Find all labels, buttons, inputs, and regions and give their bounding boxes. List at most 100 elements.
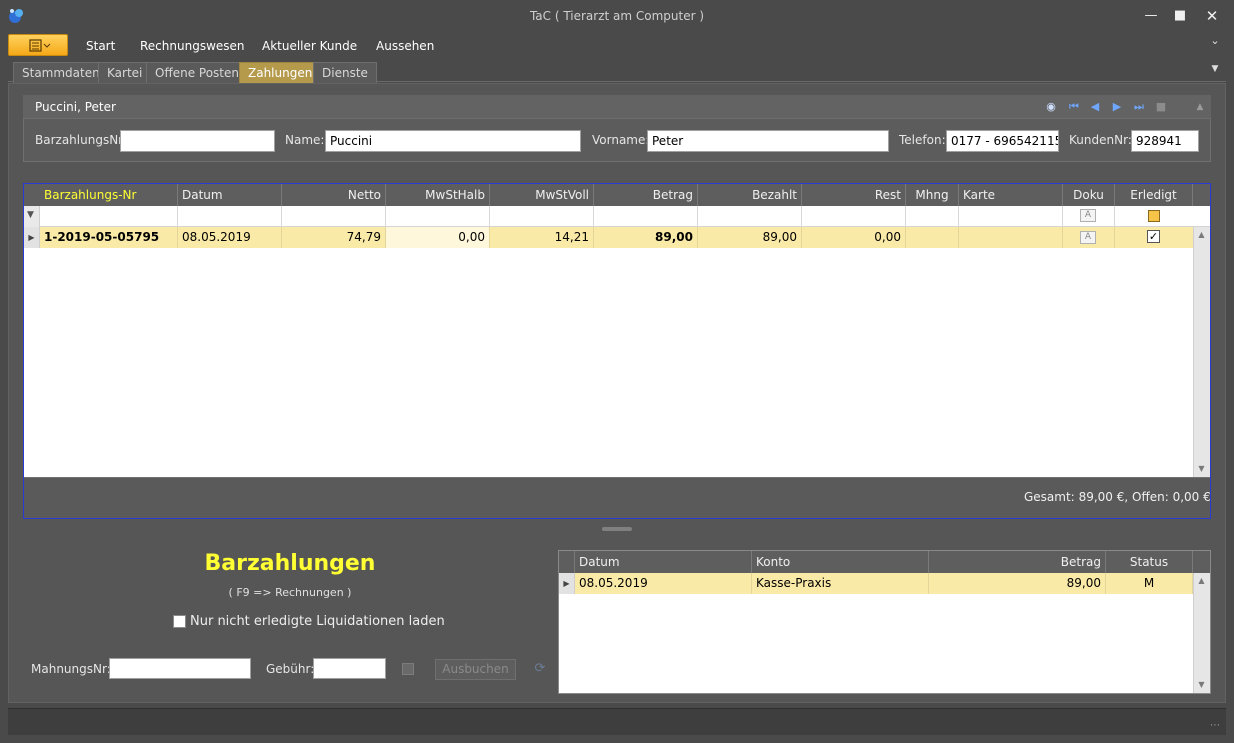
- column-mwsthalb[interactable]: MwStHalb: [386, 184, 490, 206]
- cell-status[interactable]: M: [1106, 573, 1193, 594]
- tab-dropdown-icon[interactable]: ▼: [1208, 64, 1222, 78]
- erledigt-filter-checkbox[interactable]: [1148, 210, 1160, 222]
- menu-start[interactable]: Start: [86, 36, 115, 56]
- telefon-field[interactable]: 0177 - 69654211556: [946, 130, 1059, 152]
- cell-rest[interactable]: 0,00: [802, 227, 906, 248]
- cell-datum[interactable]: 08.05.2019: [178, 227, 282, 248]
- filter-cell[interactable]: [802, 206, 906, 227]
- last-record-icon[interactable]: ⏭: [1131, 99, 1147, 115]
- menu-rechnungswesen[interactable]: Rechnungswesen: [140, 36, 245, 56]
- filter-cell[interactable]: [282, 206, 386, 227]
- first-record-icon[interactable]: ⏮: [1066, 99, 1082, 115]
- filter-cell[interactable]: [40, 206, 178, 227]
- gebuehr-label: Gebühr:: [266, 662, 315, 676]
- refresh-icon[interactable]: ⟳: [532, 661, 548, 677]
- document-icon[interactable]: A: [1080, 231, 1096, 244]
- filter-cell[interactable]: [959, 206, 1063, 227]
- vorname-field[interactable]: Peter: [647, 130, 889, 152]
- cell-datum[interactable]: 08.05.2019: [575, 573, 752, 594]
- cell-mwstvoll[interactable]: 14,21: [490, 227, 594, 248]
- gebuehr-checkbox[interactable]: [402, 663, 414, 675]
- tab-stammdaten[interactable]: Stammdaten: [13, 62, 109, 83]
- collapse-icon[interactable]: ▲: [1192, 99, 1208, 115]
- cell-konto[interactable]: Kasse-Praxis: [752, 573, 929, 594]
- gesamt-label: Gesamt:: [1024, 490, 1075, 504]
- column-status[interactable]: Status: [1106, 551, 1193, 573]
- splitter-handle[interactable]: [602, 527, 632, 531]
- cell-karte[interactable]: [959, 227, 1063, 248]
- column-konto[interactable]: Konto: [752, 551, 929, 573]
- filter-cell[interactable]: [490, 206, 594, 227]
- document-icon[interactable]: A: [1080, 209, 1096, 222]
- scroll-down-icon[interactable]: ▼: [1193, 461, 1210, 477]
- column-mhng[interactable]: Mhng: [906, 184, 959, 206]
- scroll-up-icon[interactable]: ▲: [1193, 573, 1210, 589]
- barzahlungsnr-field[interactable]: [120, 130, 275, 152]
- maximize-icon[interactable]: ■: [1169, 6, 1191, 26]
- tab-zahlungen[interactable]: Zahlungen: [239, 62, 322, 83]
- filter-cell[interactable]: [698, 206, 802, 227]
- cell-bezahlt[interactable]: 89,00: [698, 227, 802, 248]
- column-datum[interactable]: Datum: [575, 551, 752, 573]
- unpaid-only-checkbox[interactable]: [173, 615, 186, 628]
- name-field[interactable]: Puccini: [325, 130, 581, 152]
- next-record-icon[interactable]: ▶: [1109, 99, 1125, 115]
- resize-grip-icon[interactable]: ⋯: [1210, 720, 1224, 734]
- scroll-down-icon[interactable]: ▼: [1193, 677, 1210, 693]
- mahnungsnr-field[interactable]: [109, 658, 251, 679]
- totals-summary: Gesamt: 89,00 €, Offen: 0,00 €: [1024, 490, 1211, 504]
- column-rest[interactable]: Rest: [802, 184, 906, 206]
- cell-netto[interactable]: 74,79: [282, 227, 386, 248]
- column-bezahlt[interactable]: Bezahlt: [698, 184, 802, 206]
- row-pointer-icon: ▶: [559, 573, 575, 594]
- close-icon[interactable]: ✕: [1201, 6, 1223, 26]
- tab-kartei[interactable]: Kartei: [98, 62, 152, 83]
- filter-cell[interactable]: [178, 206, 282, 227]
- ausbuchen-button[interactable]: Ausbuchen: [435, 659, 516, 680]
- minimize-icon[interactable]: —: [1140, 6, 1162, 26]
- payment-grid-scrollbar[interactable]: [1193, 573, 1210, 693]
- cell-betrag[interactable]: 89,00: [594, 227, 698, 248]
- telefon-label: Telefon:: [899, 133, 946, 147]
- cell-barzahlungs-nr[interactable]: 1-2019-05-05795: [40, 227, 178, 248]
- cell-mwsthalb[interactable]: 0,00: [386, 227, 490, 248]
- grid-scrollbar[interactable]: [1193, 227, 1210, 477]
- barzahlungsnr-label: BarzahlungsNr:: [35, 133, 127, 147]
- vorname-label: Vorname:: [592, 133, 650, 147]
- window-title: TaC ( Tierarzt am Computer ): [529, 9, 705, 23]
- tab-dienste[interactable]: Dienste: [313, 62, 377, 83]
- offen-value: 0,00 €: [1172, 490, 1211, 504]
- binoculars-icon[interactable]: ◉: [1043, 99, 1059, 115]
- column-netto[interactable]: Netto: [282, 184, 386, 206]
- column-erledigt[interactable]: Erledigt: [1115, 184, 1193, 206]
- tab-offene-posten[interactable]: Offene Posten: [146, 62, 248, 83]
- cell-betrag[interactable]: 89,00: [929, 573, 1106, 594]
- column-betrag[interactable]: Betrag: [594, 184, 698, 206]
- filter-cell[interactable]: [594, 206, 698, 227]
- mahnungsnr-label: MahnungsNr:: [31, 662, 111, 676]
- gebuehr-field[interactable]: [313, 658, 386, 679]
- kundennr-field[interactable]: 928941: [1131, 130, 1199, 152]
- app-menu-button[interactable]: [8, 34, 68, 56]
- erledigt-checkbox[interactable]: ✓: [1147, 230, 1160, 243]
- column-doku[interactable]: Doku: [1063, 184, 1115, 206]
- filter-icon[interactable]: ▼: [27, 210, 34, 220]
- cell-mhng[interactable]: [906, 227, 959, 248]
- column-mwstvoll[interactable]: MwStVoll: [490, 184, 594, 206]
- row-pointer-icon: ▶: [24, 227, 40, 248]
- column-barzahlungs-nr[interactable]: Barzahlungs-Nr: [40, 184, 178, 206]
- unpaid-only-label[interactable]: Nur nicht erledigte Liquidationen laden: [190, 614, 445, 629]
- save-icon[interactable]: ■: [1153, 99, 1169, 115]
- column-datum[interactable]: Datum: [178, 184, 282, 206]
- row-indicator-header: [559, 551, 575, 573]
- filter-cell[interactable]: [906, 206, 959, 227]
- filter-cell[interactable]: [386, 206, 490, 227]
- scroll-up-icon[interactable]: ▲: [1193, 227, 1210, 243]
- menu-aktueller-kunde[interactable]: Aktueller Kunde: [262, 36, 357, 56]
- menu-aussehen[interactable]: Aussehen: [376, 36, 434, 56]
- column-betrag[interactable]: Betrag: [929, 551, 1106, 573]
- previous-record-icon[interactable]: ◀: [1087, 99, 1103, 115]
- name-label: Name:: [285, 133, 325, 147]
- chevron-down-icon[interactable]: ⌄: [1207, 34, 1223, 50]
- column-karte[interactable]: Karte: [959, 184, 1063, 206]
